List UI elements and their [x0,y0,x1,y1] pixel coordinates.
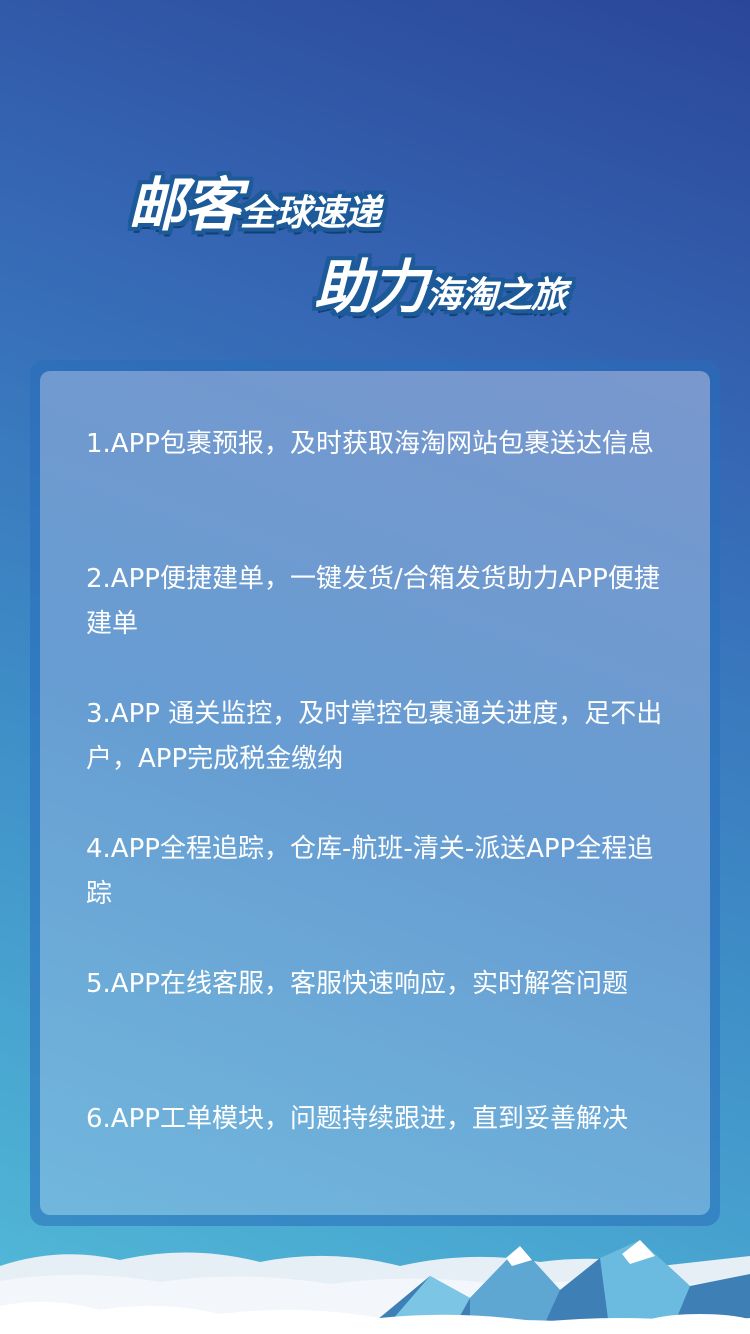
feature-card [40,371,710,1215]
feature-item-full-tracking: 4.APP全程追踪，仓库-航班-清关-派送APP全程追踪 [86,834,654,909]
feature-item-package-forecast: 1.APP包裹预报，及时获取海淘网站包裹送达信息 [86,429,654,459]
headline-brand: 邮客 [128,171,242,239]
feature-item-quick-order: 2.APP便捷建单，一键发货/合箱发货助力APP便捷建单 [86,564,660,639]
headline-tagline-1: 全球速递 [240,193,381,234]
headline-help: 助力 [314,253,428,321]
headline-line-2: 助力海淘之旅 [314,240,567,324]
snowy-mountains-illustration [0,1240,750,1334]
feature-item-online-service: 5.APP在线客服，客服快速响应，实时解答问题 [86,969,628,999]
headline-tagline-2: 海淘之旅 [426,275,567,316]
headline: 邮客全球速递 助力海淘之旅 [0,0,750,330]
headline-line-1: 邮客全球速递 [128,158,381,242]
feature-item-customs-monitor: 3.APP 通关监控，及时掌控包裹通关进度，足不出户，APP完成税金缴纳 [86,699,663,774]
feature-item-ticket-module: 6.APP工单模块，问题持续跟进，直到妥善解决 [86,1104,628,1134]
